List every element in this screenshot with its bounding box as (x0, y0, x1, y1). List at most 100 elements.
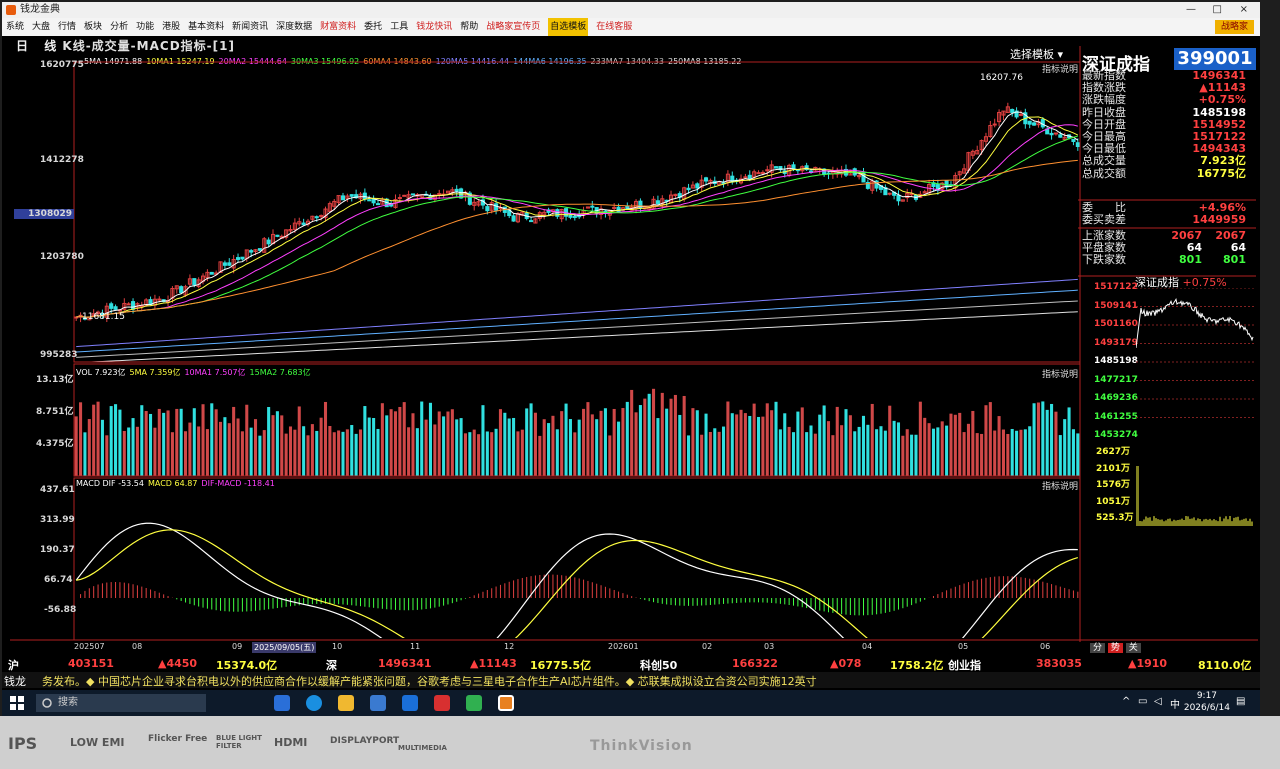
volume-bar (791, 432, 796, 476)
candle-body (362, 192, 367, 200)
ticker-bar: 沪 403151 ▲4450 15374.0亿 深 1496341 ▲11143 16775.… (2, 656, 1260, 672)
volume-bar (888, 405, 892, 476)
volume-bar (83, 432, 87, 476)
volume-icon[interactable]: ◁ (1154, 696, 1162, 707)
chart-title: 日 线 K线-成交量-MACD指标-[1] (16, 37, 235, 54)
index-code[interactable]: 399001 (1174, 48, 1256, 70)
volume-bar (805, 432, 809, 476)
volume-bar (468, 432, 472, 476)
macd-chart[interactable] (74, 488, 1080, 638)
wps-icon[interactable] (434, 695, 450, 711)
qianlong-app-icon[interactable] (498, 695, 514, 711)
window-title: 钱龙金典 (20, 4, 60, 15)
taskbar-clock[interactable]: 9:17 2026/6/14 (1184, 690, 1230, 714)
mail-icon[interactable] (402, 695, 418, 711)
volume-bar (455, 419, 459, 476)
file-explorer-icon[interactable] (338, 695, 354, 711)
menu-item-9[interactable]: 深度数据 (276, 18, 312, 36)
volume-bar (835, 406, 839, 476)
volume-bar (551, 415, 555, 476)
menu-item-14[interactable]: 帮助 (460, 18, 478, 36)
task-view-icon[interactable] (274, 695, 290, 711)
close-button[interactable]: × (1240, 2, 1248, 18)
ticker-item-6: ▲11143 (470, 657, 517, 670)
menu-item-11[interactable]: 委托 (364, 18, 382, 36)
menu-item-3[interactable]: 板块 (84, 18, 102, 36)
minimize-button[interactable]: — (1186, 2, 1196, 18)
candle-body (179, 286, 184, 294)
volume-bar (560, 411, 564, 476)
x-axis-labels: 202507 08 09 2025/09/05(五) 10 11 12 202601 02 03 0… (74, 642, 1080, 654)
ticker-item-10: ▲078 (830, 657, 862, 670)
intraday-mini-chart[interactable] (1136, 288, 1254, 528)
volume-bar (345, 429, 349, 476)
tab-guan[interactable]: 关 (1125, 643, 1141, 653)
candle-body (686, 187, 691, 191)
edge-icon[interactable] (306, 695, 322, 711)
tab-fen[interactable]: 分 (1090, 643, 1106, 653)
menu-item-0[interactable]: 系统 (6, 18, 24, 36)
menu-item-10[interactable]: 财富资料 (320, 18, 356, 36)
macd-dif-line (75, 522, 1078, 638)
wechat-icon[interactable] (466, 695, 482, 711)
volume-bar (866, 424, 870, 476)
volume-bar (621, 408, 625, 476)
template-select-label: 选择模板 (1010, 48, 1054, 61)
menu-item-12[interactable]: 工具 (390, 18, 408, 36)
menu-item-1[interactable]: 大盘 (32, 18, 50, 36)
volume-bar (315, 430, 319, 476)
right-panel-dividers (1078, 199, 1256, 277)
candle-body (1010, 108, 1015, 113)
volume-bar (875, 429, 879, 476)
volume-bar (883, 430, 887, 476)
volume-bar (984, 405, 988, 476)
news-text[interactable]: 务发布。◆ 中国芯片企业寻求台积电以外的供应商合作以缓解产能紧张问题，谷歌考虑与… (42, 673, 817, 688)
menu-item-2[interactable]: 行情 (58, 18, 76, 36)
store-icon[interactable] (370, 695, 386, 711)
volume-bar (109, 406, 113, 476)
menu-item-4[interactable]: 分析 (110, 18, 128, 36)
search-placeholder: 搜索 (58, 697, 78, 708)
price-chart[interactable] (74, 62, 1080, 362)
notification-icon[interactable]: ▤ (1236, 696, 1245, 707)
volume-bar (1023, 429, 1027, 476)
menu-item-6[interactable]: 港股 (162, 18, 180, 36)
maximize-button[interactable]: □ (1213, 2, 1222, 18)
x-label-6: 12 (504, 642, 515, 651)
menu-item-5[interactable]: 功能 (136, 18, 154, 36)
tray-up-icon[interactable]: ^ (1122, 696, 1130, 707)
volume-bar (665, 408, 669, 476)
volume-bar (708, 431, 712, 476)
ime-indicator[interactable]: 中 (1170, 696, 1180, 711)
volume-bar (892, 420, 896, 476)
candle-body (756, 172, 761, 175)
vol-axis-2: 4.375亿 (36, 439, 74, 449)
template-select[interactable]: 选择模板 ▾ (1010, 46, 1063, 62)
menu-item-7[interactable]: 基本资料 (188, 18, 224, 36)
volume-bar (232, 406, 236, 476)
windows-start-icon[interactable] (10, 696, 24, 710)
menu-item-8[interactable]: 新闻资讯 (232, 18, 268, 36)
taskbar-search[interactable]: 搜索 (36, 694, 206, 712)
menu-item-16[interactable]: 自选模板 (548, 18, 589, 36)
volume-bar (831, 435, 835, 476)
strategist-button[interactable]: 战略家 (1214, 20, 1254, 34)
menu-item-15[interactable]: 战略家宣传页 (486, 18, 540, 36)
volume-chart[interactable] (74, 376, 1080, 476)
x-label-8: 02 (702, 642, 713, 651)
volume-bar (940, 421, 944, 476)
menu-item-17[interactable]: 在线客服 (596, 18, 632, 36)
volume-bar (993, 430, 997, 476)
taskbar: 搜索 ^ ▭ ◁ 中 9:17 2026/6/14 ▤ (2, 690, 1260, 716)
candle-body (367, 199, 372, 202)
macd-legend-item-2: DIF-MACD -118.41 (201, 479, 275, 488)
volume-bar (1006, 433, 1010, 476)
menu-item-13[interactable]: 钱龙快讯 (416, 18, 452, 36)
candle-body (485, 206, 490, 212)
chart-title-text: K线-成交量-MACD指标-[1] (62, 39, 235, 53)
candle-body (301, 222, 306, 226)
network-icon[interactable]: ▭ (1138, 696, 1147, 707)
macd-axis-1: 313.99 (40, 515, 75, 525)
period-label[interactable]: 日 (16, 39, 29, 53)
tab-shi[interactable]: 势 (1107, 643, 1123, 653)
